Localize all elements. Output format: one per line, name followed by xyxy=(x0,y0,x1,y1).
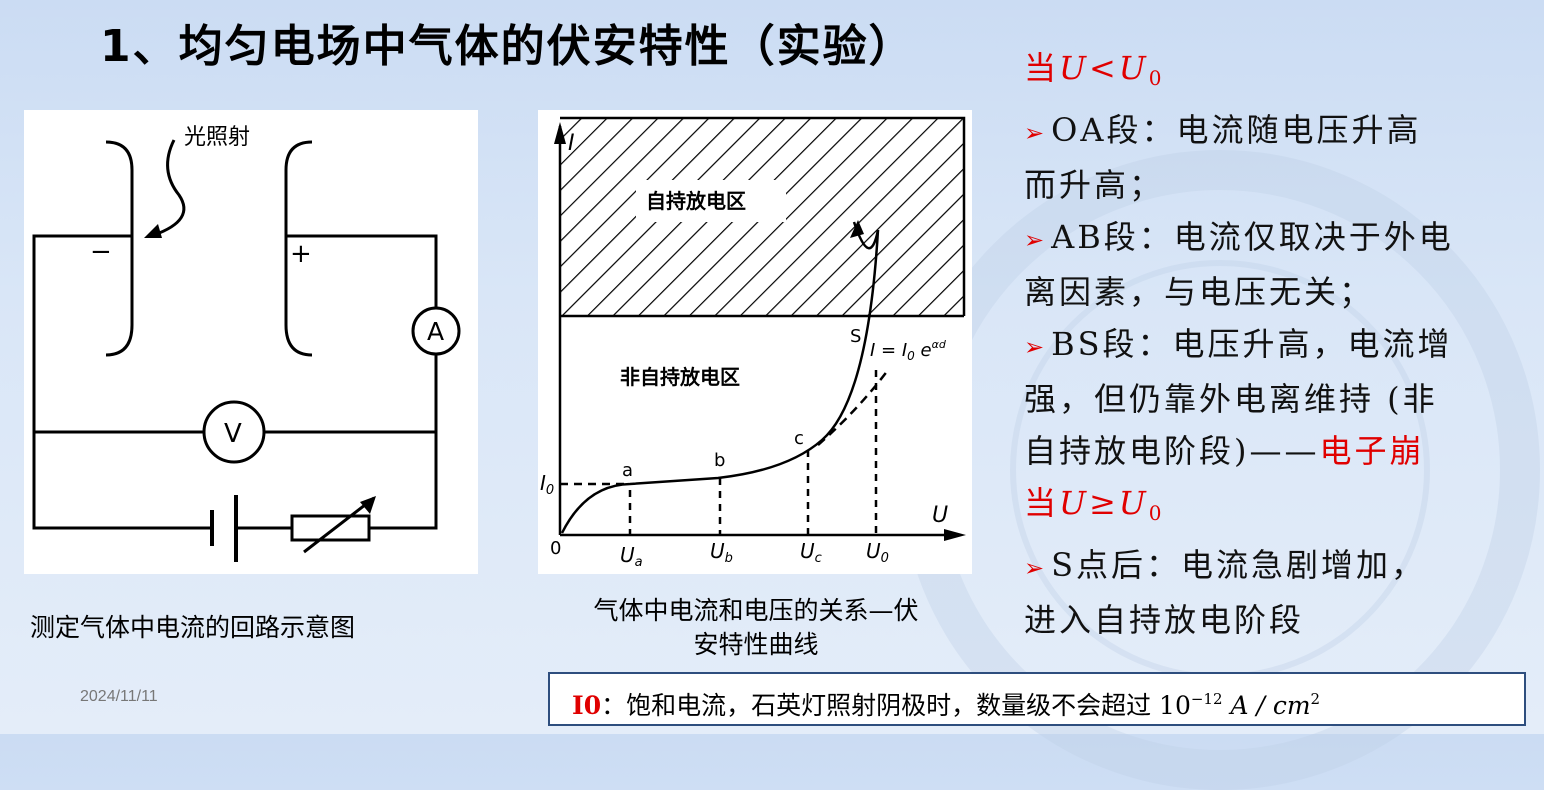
iv-caption: 气体中电流和电压的关系—伏 安特性曲线 xyxy=(540,594,972,662)
condition-below-threshold: 当U<U0 xyxy=(1024,49,1165,90)
rheostat-body xyxy=(290,514,371,542)
bs-segment-cont: 强，但仍靠外电离维持 (非 xyxy=(1024,380,1438,418)
bullet-arrow-icon: ➢ xyxy=(1024,119,1048,147)
bullet-arrow-icon: ➢ xyxy=(1024,554,1048,582)
point-a-label: a xyxy=(622,460,633,481)
ab-segment: ➢ AB段：电流仅取决于外电 xyxy=(1024,218,1454,256)
minus-sign: − xyxy=(90,237,112,267)
point-b-label: b xyxy=(714,450,725,471)
iv-caption-line2: 安特性曲线 xyxy=(693,630,819,659)
condition-above-threshold: 当U≥U0 xyxy=(1024,484,1165,525)
ammeter-label: A xyxy=(427,317,444,346)
y-axis-label: I xyxy=(568,131,575,156)
ab-segment-cont: 离因素，与电压无关； xyxy=(1024,273,1375,311)
saturation-current-note: I0：饱和电流，石英灯照射阴极时，数量级不会超过 10−12 A / cm2 xyxy=(548,672,1526,726)
u0-label: U0 xyxy=(866,539,889,566)
lower-region-label: 非自持放电区 xyxy=(620,365,740,389)
circuit-caption: 测定气体中电流的回路示意图 xyxy=(30,613,356,642)
circuit-diagram: 光照射 − + A V xyxy=(32,125,461,562)
wire-left xyxy=(32,234,212,530)
s-segment-cont: 进入自持放电阶段 xyxy=(1024,601,1305,639)
point-s-label: S xyxy=(850,326,861,347)
bullet-arrow-icon: ➢ xyxy=(1024,333,1048,361)
explanation-text: 当U<U0 ➢ OA段：电流随电压升高 而升高； ➢ AB段：电流仅取决于外电 离因… xyxy=(1024,42,1524,646)
uc-label: Uc xyxy=(800,539,822,566)
slide-title: 1、均匀电场中气体的伏安特性（实验） xyxy=(100,21,915,72)
wire-right-bottom xyxy=(369,355,438,530)
circuit-diagram-panel: 光照射 − + A V xyxy=(24,110,478,574)
oa-segment-cont: 而升高； xyxy=(1024,166,1165,204)
bs-segment: ➢ BS段：电压升高，电流增 xyxy=(1024,325,1453,363)
iv-curve-diagram: I U 0 I0 自持放电区 非自持放电区 a b c S I = I0 eαd… xyxy=(540,116,966,570)
origin-label: 0 xyxy=(550,538,561,559)
ua-label: Ua xyxy=(620,543,643,570)
light-label: 光照射 xyxy=(184,125,250,150)
light-ray xyxy=(153,139,186,237)
x-axis-label: U xyxy=(932,503,948,528)
oa-segment: ➢ OA段：电流随电压升高 xyxy=(1024,111,1422,149)
formula-label: I = I0 eαd xyxy=(870,338,947,363)
iv-curve-panel: I U 0 I0 自持放电区 非自持放电区 a b c S I = I0 eαd… xyxy=(538,110,972,574)
note-label: I0 xyxy=(572,691,602,720)
electron-avalanche-term: 电子崩 xyxy=(1319,432,1425,470)
iv-caption-line1: 气体中电流和电压的关系—伏 xyxy=(593,596,919,625)
bs-segment-end: 自持放电阶段)——电子崩 xyxy=(1024,432,1425,470)
plus-sign: + xyxy=(290,239,312,269)
i0-label: I0 xyxy=(540,471,554,498)
bullet-arrow-icon: ➢ xyxy=(1024,226,1048,254)
light-arrow-icon xyxy=(144,224,162,238)
voltmeter-label: V xyxy=(224,419,242,449)
rheostat-arrow-icon xyxy=(360,496,376,514)
ub-label: Ub xyxy=(710,539,733,566)
slide-date: 2024/11/11 xyxy=(80,688,158,705)
upper-region-label: 自持放电区 xyxy=(646,189,746,213)
point-c-label: c xyxy=(794,428,804,449)
x-axis-arrow-icon xyxy=(944,529,966,541)
s-segment: ➢ S点后：电流急剧增加， xyxy=(1024,546,1427,584)
